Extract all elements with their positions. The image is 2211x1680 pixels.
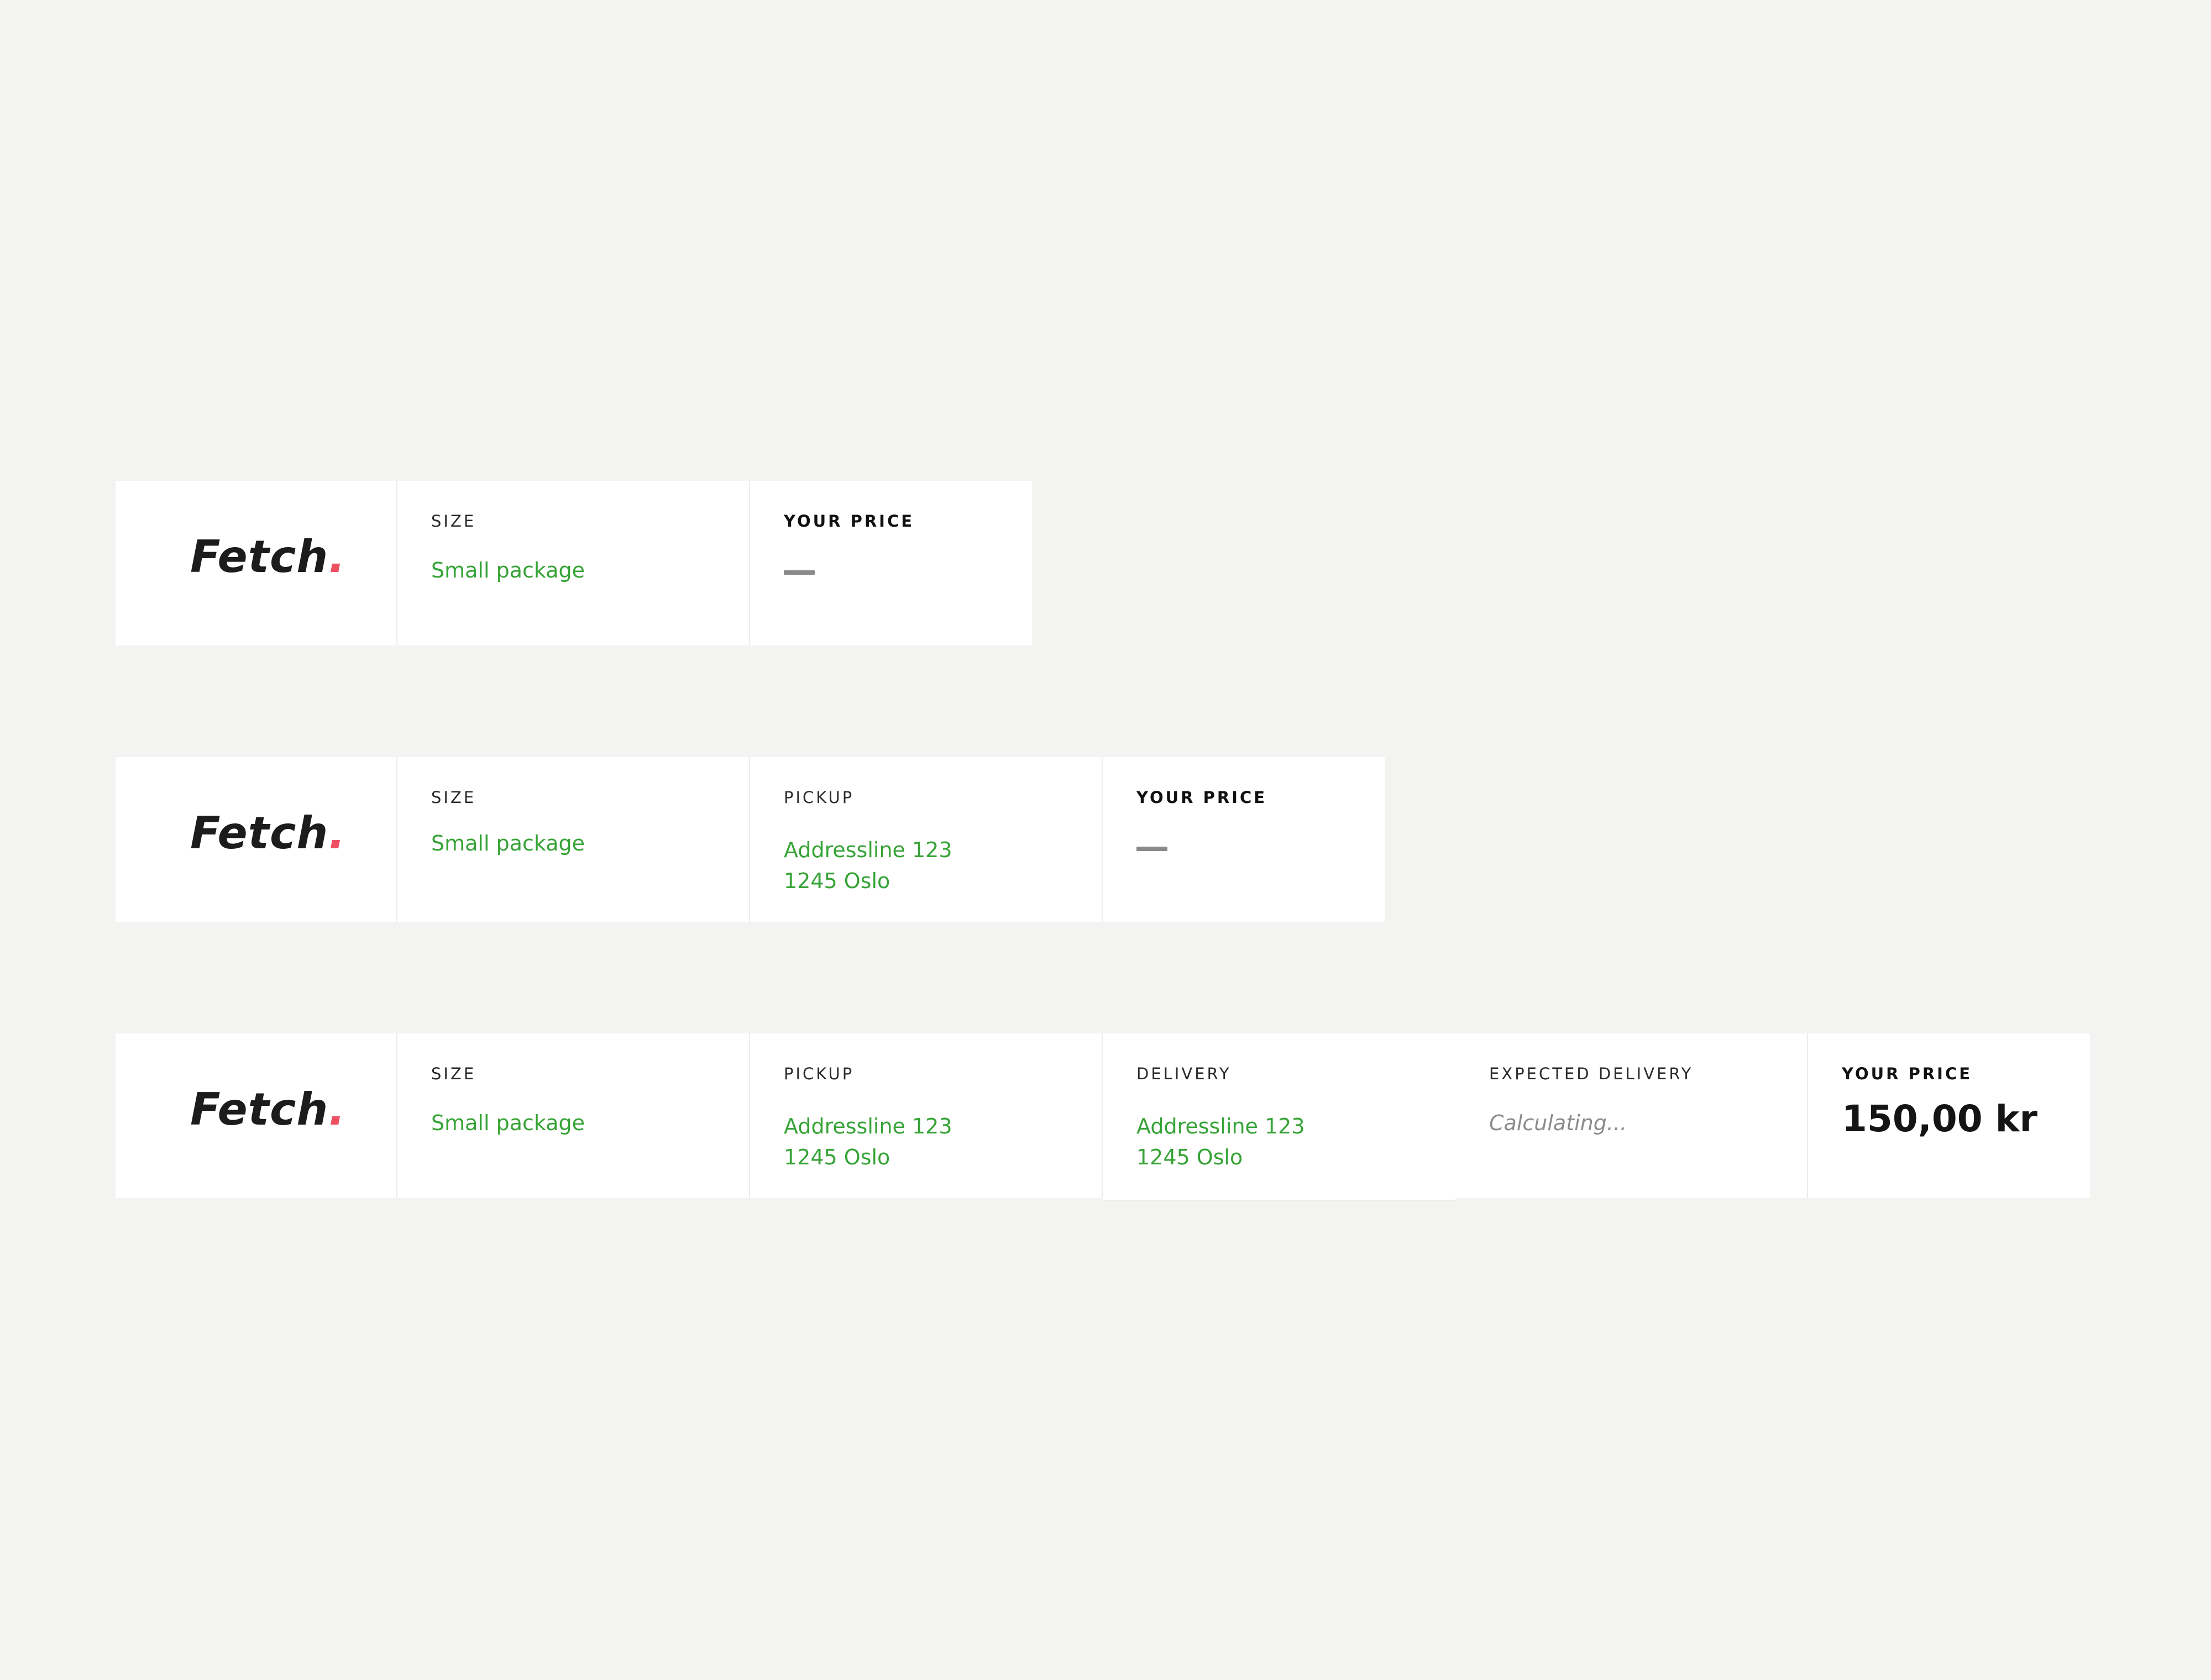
delivery-address-line1: Addressline 123 — [1136, 1114, 1305, 1138]
pickup-field[interactable]: PICKUP Addressline 123 1245 Oslo — [750, 1033, 1103, 1198]
delivery-address-line2: 1245 Oslo — [1136, 1145, 1243, 1169]
booking-bar-size-only: Fetch. SIZE Small package YOUR PRICE — [116, 481, 1032, 645]
price-field: YOUR PRICE — [750, 481, 1032, 645]
size-field[interactable]: SIZE Small package — [397, 1033, 750, 1198]
size-field[interactable]: SIZE Small package — [397, 757, 750, 922]
pickup-address-line1: Addressline 123 — [784, 838, 952, 862]
pickup-label: PICKUP — [784, 788, 855, 807]
brand-name: Fetch — [190, 1084, 329, 1135]
logo-cell: Fetch. — [116, 481, 397, 645]
brand-dot: . — [328, 531, 346, 582]
brand-dot: . — [328, 807, 346, 859]
brand-dot: . — [328, 1084, 346, 1135]
size-label: SIZE — [431, 788, 476, 807]
price-placeholder-dash — [1136, 847, 1167, 851]
expected-delivery-label: EXPECTED DELIVERY — [1489, 1064, 1694, 1083]
pickup-address: Addressline 123 1245 Oslo — [784, 834, 952, 896]
price-label: YOUR PRICE — [1842, 1064, 1973, 1083]
pickup-field[interactable]: PICKUP Addressline 123 1245 Oslo — [750, 757, 1103, 922]
size-label: SIZE — [431, 512, 476, 531]
size-label: SIZE — [431, 1064, 476, 1083]
size-value: Small package — [431, 1111, 585, 1135]
delivery-field[interactable]: DELIVERY Addressline 123 1245 Oslo — [1103, 1033, 1455, 1200]
price-value: 150,00 kr — [1842, 1098, 2038, 1140]
delivery-address: Addressline 123 1245 Oslo — [1136, 1111, 1305, 1173]
price-placeholder-dash — [784, 570, 815, 575]
price-label: YOUR PRICE — [1136, 788, 1267, 807]
pickup-address: Addressline 123 1245 Oslo — [784, 1111, 952, 1173]
size-field[interactable]: SIZE Small package — [397, 481, 750, 645]
pickup-address-line1: Addressline 123 — [784, 1114, 952, 1138]
booking-bar-with-pickup: Fetch. SIZE Small package PICKUP Address… — [116, 757, 1385, 922]
pickup-address-line2: 1245 Oslo — [784, 1145, 890, 1169]
size-value: Small package — [431, 558, 585, 582]
pickup-address-line2: 1245 Oslo — [784, 869, 890, 893]
expected-delivery-field: EXPECTED DELIVERY Calculating... — [1455, 1033, 1808, 1198]
logo-cell: Fetch. — [116, 757, 397, 922]
delivery-label: DELIVERY — [1136, 1064, 1232, 1083]
brand-name: Fetch — [190, 531, 329, 582]
booking-bar-complete: Fetch. SIZE Small package PICKUP Address… — [116, 1033, 2090, 1200]
fetch-logo: Fetch. — [190, 1088, 346, 1132]
brand-name: Fetch — [190, 807, 329, 859]
fetch-logo: Fetch. — [190, 535, 346, 579]
fetch-logo: Fetch. — [190, 811, 346, 855]
size-value: Small package — [431, 831, 585, 855]
expected-delivery-status: Calculating... — [1489, 1111, 1627, 1135]
price-label: YOUR PRICE — [784, 512, 915, 531]
price-field: YOUR PRICE 150,00 kr — [1808, 1033, 2090, 1198]
pickup-label: PICKUP — [784, 1064, 855, 1083]
logo-cell: Fetch. — [116, 1033, 397, 1198]
price-field: YOUR PRICE — [1103, 757, 1385, 922]
